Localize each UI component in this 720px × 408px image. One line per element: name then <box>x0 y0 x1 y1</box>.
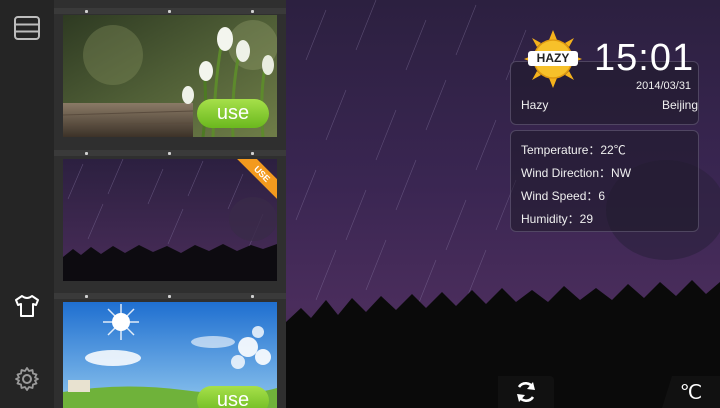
date: 2014/03/31 <box>636 80 692 92</box>
side-rail <box>0 0 55 408</box>
menu-icon[interactable] <box>13 14 41 42</box>
weather-details: Temperature：22℃ Wind Direction：NW Wind S… <box>510 130 699 232</box>
use-theme-button[interactable]: use <box>197 386 269 408</box>
weather-badge: HAZY <box>524 30 582 88</box>
divider-dot <box>85 152 88 155</box>
divider-dot <box>85 10 88 13</box>
condition: Hazy <box>521 98 549 112</box>
theme-thumbnail-night <box>63 159 277 281</box>
gear-icon[interactable] <box>13 365 41 393</box>
shirt-icon[interactable] <box>13 292 41 320</box>
theme-card-sky[interactable]: use <box>63 302 277 408</box>
temperature-unit-button[interactable]: ℃ <box>662 376 720 408</box>
theme-card-flowers[interactable]: use <box>63 15 277 137</box>
use-label: use <box>216 102 250 124</box>
use-theme-button[interactable]: use <box>197 99 269 128</box>
temperature: Temperature：22℃ <box>521 143 626 157</box>
wind-speed: Wind Speed：6 <box>521 189 606 203</box>
use-label: use <box>216 389 250 408</box>
humidity: Humidity：29 <box>521 212 594 226</box>
refresh-icon <box>517 382 535 402</box>
divider-dot <box>85 295 88 298</box>
theme-card-night[interactable]: USE <box>63 159 277 281</box>
clock-time: 15:01 <box>594 37 695 79</box>
wind-direction: Wind Direction：NW <box>521 166 632 180</box>
condition-badge: HAZY <box>528 51 578 66</box>
city: Beijing <box>662 98 699 112</box>
divider-dot <box>251 295 254 298</box>
divider-dot <box>251 10 254 13</box>
divider-dot <box>168 295 171 298</box>
divider-dot <box>168 152 171 155</box>
refresh-button[interactable] <box>498 376 554 408</box>
divider-dot <box>251 152 254 155</box>
divider-dot <box>168 10 171 13</box>
unit-label: ℃ <box>679 381 703 404</box>
theme-list[interactable]: use USE use <box>54 0 286 408</box>
